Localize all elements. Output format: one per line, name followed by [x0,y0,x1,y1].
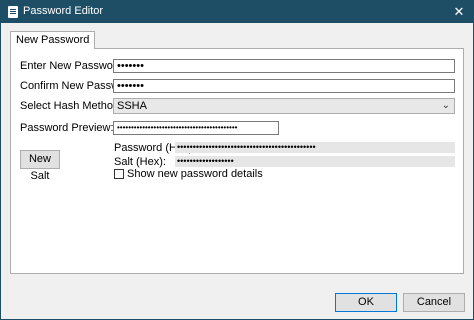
salt-hex-value: •••••••••••••••••• [175,156,455,167]
password-editor-window: Password Editor ✕ New Password Enter New… [0,0,474,320]
new-salt-button[interactable]: New Salt [20,150,60,182]
salt-hex-label: Salt (Hex): [114,156,166,168]
show-details-label[interactable]: Show new password details [127,168,263,180]
hash-method-select[interactable]: SSHA ⌄ [113,98,455,114]
tab-new-password[interactable]: New Password [10,31,96,49]
password-hex-value: ••••••••••••••••••••••••••••••••••••••••… [175,142,455,153]
show-details-checkbox[interactable] [114,169,124,179]
window-title: Password Editor [23,5,104,17]
enter-password-label: Enter New Password: [20,60,126,72]
document-icon [8,6,18,18]
cancel-button[interactable]: Cancel [403,293,465,312]
title-bar: Password Editor ✕ [1,1,473,23]
ok-button[interactable]: OK [335,293,397,312]
chevron-down-icon: ⌄ [441,100,450,111]
hash-method-label: Select Hash Method: [20,100,123,112]
password-preview-label: Password Preview: [20,122,114,134]
confirm-password-field[interactable]: ••••••• [113,79,455,93]
close-icon[interactable]: ✕ [445,1,473,23]
password-preview-field: ••••••••••••••••••••••••••••••••••••••••… [113,121,279,135]
hash-method-value: SSHA [117,100,147,112]
enter-password-field[interactable]: ••••••• [113,59,455,73]
